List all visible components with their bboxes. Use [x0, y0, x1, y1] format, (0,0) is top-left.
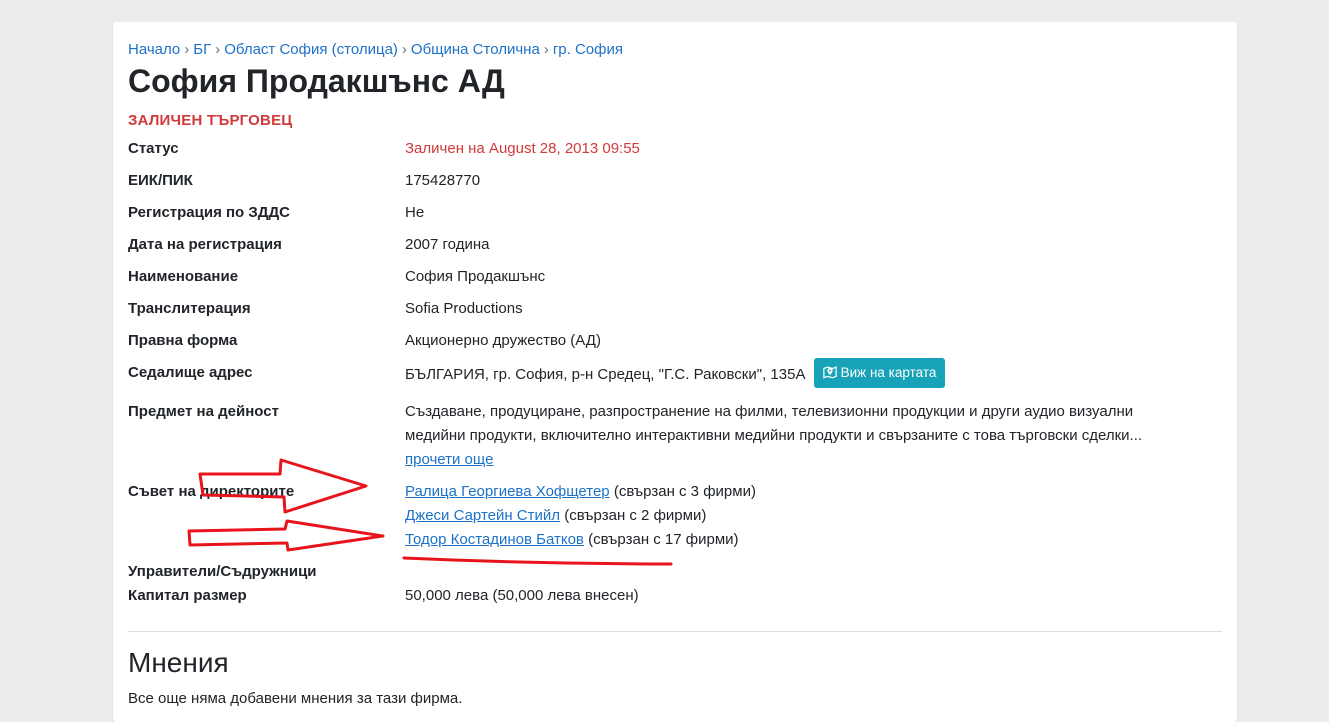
breadcrumb-municipality[interactable]: Община Столична: [411, 41, 540, 58]
reg-date-label: Дата на регистрация: [128, 236, 282, 253]
board-member: Джеси Сартейн Стийл (свързан с 2 фирми): [405, 504, 1220, 528]
view-on-map-label: Виж на картата: [840, 365, 937, 380]
breadcrumb-city[interactable]: гр. София: [553, 41, 623, 58]
breadcrumb-separator: ›: [401, 41, 407, 58]
view-on-map-button[interactable]: Виж на картата: [813, 358, 946, 388]
status-label: Статус: [128, 140, 179, 157]
deleted-status-badge: ЗАЛИЧЕН ТЪРГОВЕЦ: [128, 112, 293, 129]
breadcrumb-separator: ›: [184, 41, 190, 58]
board-member: Ралица Георгиева Хофщетер (свързан с 3 ф…: [405, 480, 1220, 504]
reviews-empty-text: Все още няма добавени мнения за тази фир…: [128, 690, 463, 707]
breadcrumb-region[interactable]: Област София (столица): [224, 41, 398, 58]
capital-value: 50,000 лева (50,000 лева внесен): [405, 587, 639, 604]
reg-date-value: 2007 година: [405, 236, 490, 253]
map-marker-icon: [822, 366, 837, 379]
board-member-note: (свързан с 3 фирми): [613, 483, 756, 500]
board-member-link[interactable]: Джеси Сартейн Стийл: [405, 507, 560, 524]
address-label: Седалище адрес: [128, 364, 253, 381]
managers-label: Управители/Съдружници: [128, 563, 317, 580]
legal-form-label: Правна форма: [128, 332, 238, 349]
board-member-note: (свързан с 2 фирми): [564, 507, 707, 524]
eik-value: 175428770: [405, 172, 481, 189]
reviews-title: Мнения: [128, 647, 229, 678]
board-label: Съвет на директорите: [128, 483, 295, 500]
read-more-link[interactable]: прочети още: [405, 451, 493, 468]
capital-label: Капитал размер: [128, 587, 247, 604]
vat-value: Не: [405, 204, 425, 221]
section-divider: [128, 631, 1222, 632]
breadcrumb-separator: ›: [543, 41, 549, 58]
eik-label: ЕИК/ПИК: [128, 172, 193, 189]
breadcrumb-country[interactable]: БГ: [193, 41, 211, 58]
address-value-wrap: БЪЛГАРИЯ, гр. София, р-н Средец, "Г.С. Р…: [405, 358, 1220, 390]
breadcrumb: Начало › БГ › Област София (столица) › Община …: [128, 41, 623, 58]
page-title: София Продакшънс АД: [128, 63, 505, 99]
activity-value: Създаване, продуциране, разпространение …: [405, 400, 1220, 472]
activity-label: Предмет на дейност: [128, 403, 279, 420]
board-member-link[interactable]: Ралица Георгиева Хофщетер: [405, 483, 610, 500]
breadcrumb-separator: ›: [215, 41, 221, 58]
legal-form-value: Акционерно дружество (АД): [405, 332, 601, 349]
status-value: Заличен на August 28, 2013 09:55: [405, 140, 640, 157]
vat-label: Регистрация по ЗДДС: [128, 204, 290, 221]
board-members: Ралица Георгиева Хофщетер (свързан с 3 ф…: [405, 480, 1220, 552]
activity-line-1: Създаване, продуциране, разпространение …: [405, 403, 1134, 420]
name-value: София Продакшънс: [405, 268, 546, 285]
activity-line-2: медийни продукти, включително интерактив…: [405, 427, 1143, 444]
transliteration-label: Транслитерация: [128, 300, 251, 317]
transliteration-value: Sofia Productions: [405, 300, 523, 317]
address-value: БЪЛГАРИЯ, гр. София, р-н Средец, "Г.С. Р…: [405, 365, 806, 383]
board-member-note: (свързан с 17 фирми): [588, 531, 739, 548]
board-member: Тодор Костадинов Батков (свързан с 17 фи…: [405, 528, 1220, 552]
name-label: Наименование: [128, 268, 239, 285]
board-member-link[interactable]: Тодор Костадинов Батков: [405, 531, 584, 548]
breadcrumb-home[interactable]: Начало: [128, 41, 180, 58]
